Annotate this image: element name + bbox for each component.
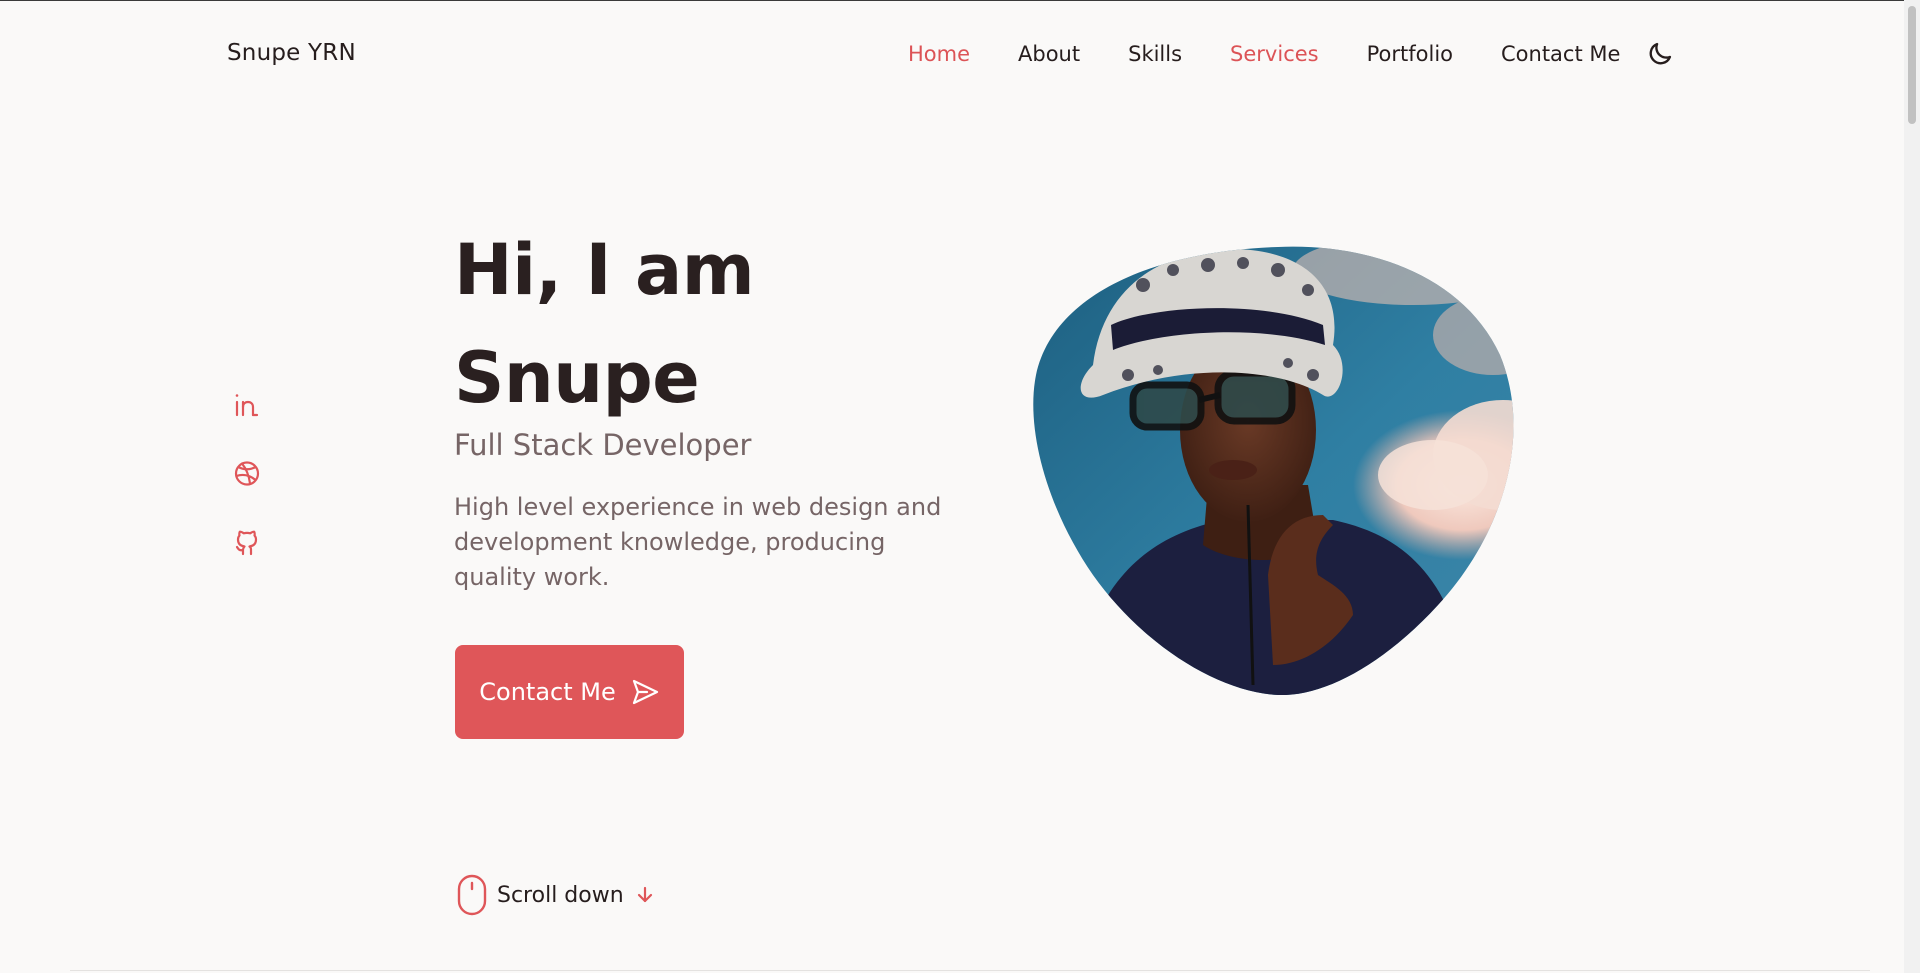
contact-me-button-label: Contact Me (479, 678, 616, 706)
page-scrollbar[interactable] (1904, 0, 1920, 973)
contact-me-button[interactable]: Contact Me (455, 645, 684, 739)
nav-item-portfolio[interactable]: Portfolio (1367, 42, 1453, 66)
hero-title-line-2: Snupe (454, 337, 700, 419)
moon-icon[interactable] (1646, 40, 1674, 68)
nav-item-skills[interactable]: Skills (1128, 42, 1182, 66)
scroll-down-link[interactable]: Scroll down (456, 874, 656, 916)
send-icon (632, 679, 658, 705)
main-nav: Home About Skills Services Portfolio Con… (908, 40, 1674, 68)
page: Snupe YRN Home About Skills Services Por… (0, 0, 1904, 973)
github-icon[interactable] (233, 528, 261, 557)
scrollbar-thumb[interactable] (1908, 6, 1916, 124)
scroll-down-label: Scroll down (497, 882, 624, 908)
hero-description: High level experience in web design and … (454, 493, 942, 591)
hero-subtitle: Full Stack Developer (454, 428, 752, 462)
section-divider (70, 970, 1870, 971)
brand-logo[interactable]: Snupe YRN (227, 40, 356, 66)
dribbble-icon[interactable] (233, 459, 261, 488)
nav-item-contact[interactable]: Contact Me (1501, 42, 1620, 66)
nav-item-home[interactable]: Home (908, 42, 970, 66)
hero-title-line-1: Hi, I am (454, 229, 755, 311)
social-links (233, 390, 261, 557)
profile-image (1033, 246, 1514, 695)
mouse-icon (457, 874, 487, 916)
hero-title: Hi, I am Snupe (454, 216, 755, 432)
nav-item-services[interactable]: Services (1230, 42, 1319, 66)
arrow-down-icon (637, 886, 652, 903)
linkedin-icon[interactable] (233, 390, 261, 419)
nav-item-about[interactable]: About (1018, 42, 1080, 66)
